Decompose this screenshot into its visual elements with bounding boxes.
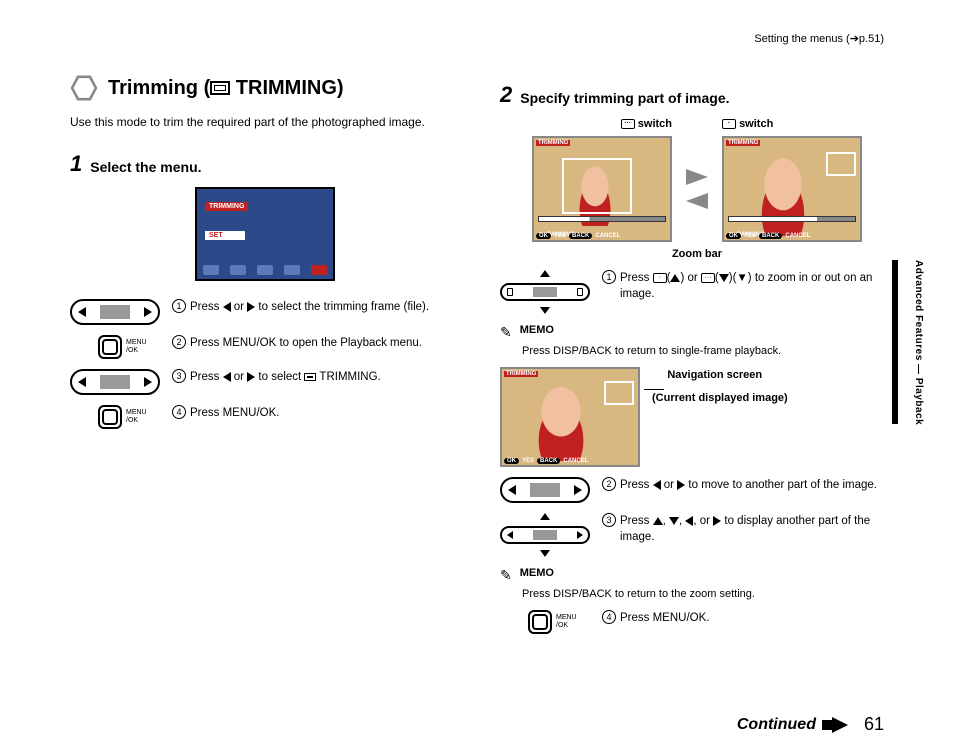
nav-caption-1: Navigation screen	[667, 369, 762, 381]
title-post: TRIMMING)	[230, 77, 343, 99]
instruction-2: MENU/OK 2 Press MENU/OK to open the Play…	[70, 335, 460, 359]
photo-zoomed-out: TRIMMING ◀▶ PANNING OKYES BACKCANCEL	[532, 136, 672, 242]
menu-ok-label: MENU/OK	[556, 614, 577, 629]
memo-hand-icon: ✎	[500, 324, 512, 341]
photo-trimming-label: TRIMMING	[504, 371, 538, 377]
circled-1-icon: 1	[602, 270, 616, 284]
menu-ok-label: MENU/OK	[126, 409, 147, 424]
r-instruction-3-text: Press , , , or to display another part o…	[620, 513, 894, 545]
lcd-bottom-icons	[197, 265, 333, 275]
dpad-horizontal-icon	[70, 299, 160, 325]
memo-1-title: MEMO	[520, 324, 554, 341]
step2-title: Specify trimming part of image.	[520, 90, 729, 106]
switch-in-label: switch	[739, 118, 773, 130]
r-instruction-4-text: Press MENU/OK.	[620, 610, 894, 626]
instruction-3: 3 Press or to select TRIMMING.	[70, 369, 460, 395]
zoom-out-icon: ···	[701, 273, 715, 283]
hexagon-icon	[70, 74, 98, 102]
intro-text: Use this mode to trim the required part …	[70, 114, 460, 131]
memo-2-title: MEMO	[520, 567, 554, 584]
photo-trimming-label: TRIMMING	[726, 140, 760, 146]
r-instruction-3: 3 Press , , , or to display another part…	[500, 513, 894, 557]
step1-heading: 1 Select the menu.	[70, 153, 460, 175]
memo-2: ✎ MEMO	[500, 567, 894, 584]
photo-trimming-label: TRIMMING	[536, 140, 570, 146]
continued-arrow-icon	[832, 717, 848, 733]
left-column: Trimming ( TRIMMING) Use this mode to tr…	[70, 74, 460, 644]
instruction-3-text: Press or to select TRIMMING.	[190, 369, 460, 385]
lcd-set-label: SET	[205, 231, 245, 240]
instruction-2-text: Press MENU/OK to open the Playback menu.	[190, 335, 460, 351]
circled-3-icon: 3	[602, 513, 616, 527]
side-tab-block	[892, 260, 898, 424]
dpad-horizontal-icon	[70, 369, 160, 395]
instruction-4-text: Press MENU/OK.	[190, 405, 460, 421]
zoom-in-icon: ·	[653, 273, 667, 283]
photo-comparison-row: TRIMMING ◀▶ PANNING OKYES BACKCANCEL TRI…	[500, 136, 894, 242]
dpad-horizontal-icon	[500, 477, 590, 503]
dpad-4way-icon	[500, 513, 590, 557]
circled-3-icon: 3	[172, 369, 186, 383]
nav-caption-2: (Current displayed image)	[652, 392, 788, 404]
instruction-1-text: Press or to select the trimming frame (f…	[190, 299, 460, 315]
lcd-menu-illustration: TRIMMING SET	[195, 187, 335, 281]
memo-2-body: Press DISP/BACK to return to the zoom se…	[500, 588, 894, 600]
step2-heading: 2 Specify trimming part of image.	[500, 84, 894, 106]
continued-label: Continued	[737, 716, 816, 734]
arrow-left-icon	[686, 193, 708, 209]
photo-zoomed-in: TRIMMING ◀▶ PANNING OKYES BACKCANCEL	[722, 136, 862, 242]
zoom-in-icon: ·	[722, 119, 736, 129]
circled-4-icon: 4	[602, 610, 616, 624]
circled-2-icon: 2	[172, 335, 186, 349]
switch-arrows	[686, 169, 708, 209]
step1-title: Select the menu.	[90, 159, 201, 175]
zoom-bar	[538, 216, 666, 222]
trimming-icon	[210, 81, 230, 95]
r-instruction-4: MENU/OK 4 Press MENU/OK.	[500, 610, 894, 634]
footer: Continued 61	[737, 714, 884, 735]
dpad-vertical-icon	[500, 270, 590, 314]
circled-4-icon: 4	[172, 405, 186, 419]
right-column: 2 Specify trimming part of image. ··· sw…	[500, 74, 894, 644]
instruction-1: 1 Press or to select the trimming frame …	[70, 299, 460, 325]
arrow-right-icon	[686, 169, 708, 185]
memo-1-body: Press DISP/BACK to return to single-fram…	[500, 345, 894, 357]
photo-navigation: TRIMMING OKYES BACKCANCEL	[500, 367, 640, 467]
instruction-4: MENU/OK 4 Press MENU/OK.	[70, 405, 460, 429]
side-tab-label: Advanced Features — Playback	[913, 260, 924, 425]
switch-labels: ··· switch · switch	[500, 118, 894, 130]
header-reference: Setting the menus (➔p.51)	[754, 32, 884, 45]
lcd-trimming-label: TRIMMING	[205, 202, 248, 211]
zoom-bar	[728, 216, 856, 222]
r-instruction-2-text: Press or to move to another part of the …	[620, 477, 894, 493]
memo-hand-icon: ✎	[500, 567, 512, 584]
navigation-screen-row: TRIMMING OKYES BACKCANCEL Navigation scr…	[500, 367, 894, 467]
zoom-bar-caption: Zoom bar	[500, 248, 894, 260]
circled-1-icon: 1	[172, 299, 186, 313]
menu-ok-button-icon	[98, 335, 122, 359]
menu-ok-label: MENU/OK	[126, 339, 147, 354]
memo-1: ✎ MEMO	[500, 324, 894, 341]
zoom-out-icon: ···	[621, 119, 635, 129]
menu-ok-button-icon	[528, 610, 552, 634]
circled-2-icon: 2	[602, 477, 616, 491]
step1-number: 1	[70, 153, 82, 175]
menu-ok-button-icon	[98, 405, 122, 429]
title-pre: Trimming (	[108, 77, 210, 99]
page-number: 61	[864, 714, 884, 735]
r-instruction-1: 1 Press ·() or ···()(▼) to zoom in or ou…	[500, 270, 894, 314]
r-instruction-2: 2 Press or to move to another part of th…	[500, 477, 894, 503]
r-instruction-1-text: Press ·() or ···()(▼) to zoom in or out …	[620, 270, 894, 302]
step2-number: 2	[500, 84, 512, 106]
switch-out-label: switch	[638, 118, 672, 130]
section-title: Trimming ( TRIMMING)	[70, 74, 460, 102]
